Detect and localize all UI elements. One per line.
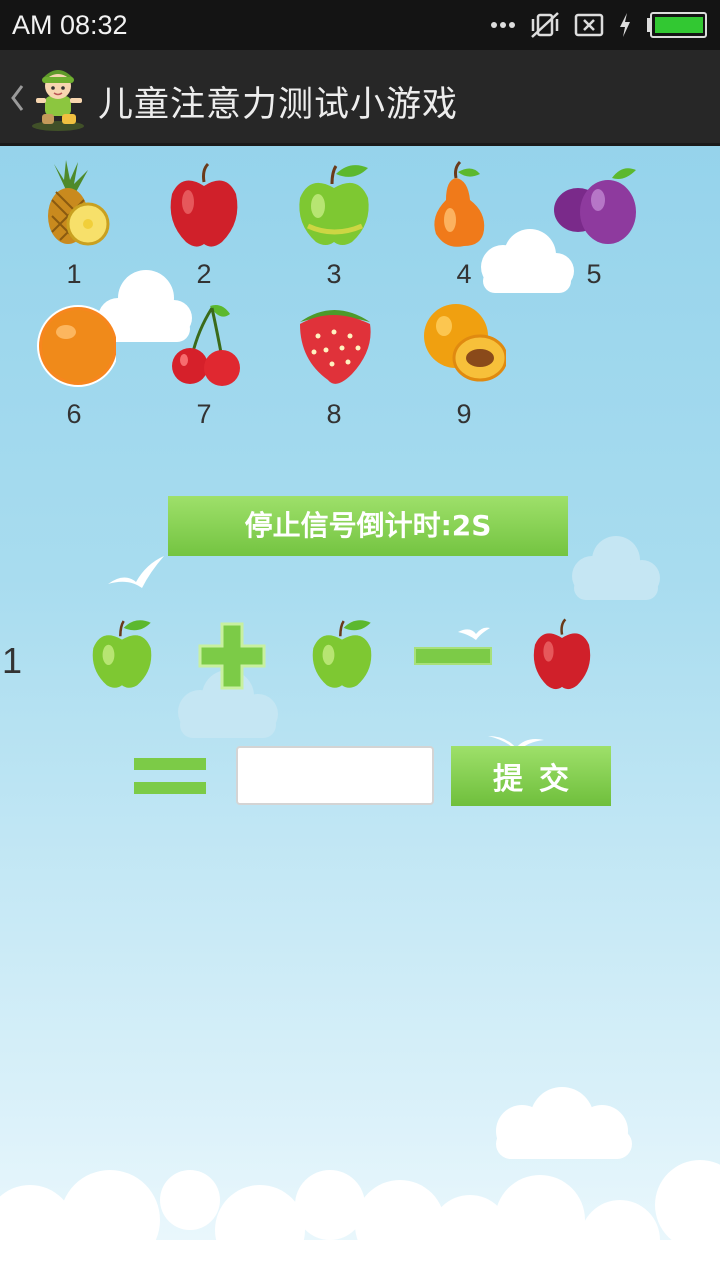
- minus-sign-icon: [414, 647, 492, 665]
- fruit-legend-item: 7: [154, 300, 254, 440]
- pear-icon: [434, 160, 485, 247]
- green-apple-icon: [92, 620, 152, 688]
- green-apple-icon: [299, 165, 369, 245]
- pineapple-icon: [48, 160, 110, 246]
- plum-icon: [554, 168, 636, 244]
- fruit-legend-item: 9: [414, 300, 514, 440]
- fruit-legend-item: 8: [284, 300, 384, 440]
- bird-decoration: [108, 556, 164, 588]
- app-bar: 儿童注意力测试小游戏: [0, 50, 720, 146]
- plus-sign-icon: [198, 622, 266, 690]
- fruit-legend-item: 3: [284, 160, 384, 300]
- equation-index: 1: [2, 640, 23, 681]
- no-sim-icon: [574, 13, 604, 37]
- fruit-number: 5: [586, 259, 602, 289]
- fruit-legend-item: 2: [154, 160, 254, 300]
- strawberry-icon: [300, 310, 371, 384]
- cherry-icon: [172, 305, 240, 386]
- fruit-legend-item: 6: [24, 300, 124, 440]
- green-apple-icon: [312, 620, 372, 688]
- fruit-number: 4: [456, 259, 472, 289]
- fruit-number: 1: [66, 259, 82, 289]
- boy-mascot-logo: [32, 70, 84, 131]
- fruit-number: 2: [196, 259, 212, 289]
- ground-clouds: [0, 1160, 720, 1280]
- fruit-number: 8: [326, 399, 342, 429]
- equals-sign-icon: [134, 758, 206, 794]
- battery-icon: [647, 12, 707, 38]
- fruit-number: 3: [326, 259, 342, 289]
- silent-vibrate-icon: [531, 12, 559, 38]
- back-chevron-icon[interactable]: [6, 78, 26, 118]
- answer-input[interactable]: [236, 746, 434, 805]
- fruit-number: 7: [196, 399, 212, 429]
- status-time: AM 08:32: [12, 10, 128, 40]
- fruit-legend-item: 5: [544, 160, 644, 300]
- charging-bolt-icon: [620, 13, 630, 37]
- fruit-number: 6: [66, 399, 82, 429]
- countdown-banner: 停止信号倒计时:2S: [168, 496, 568, 556]
- app-title: 儿童注意力测试小游戏: [98, 85, 459, 125]
- cloud-decoration: [496, 1087, 632, 1159]
- cloud-decoration: [572, 536, 660, 600]
- status-icons: [490, 10, 708, 40]
- peach-icon: [424, 304, 506, 382]
- red-apple-icon: [170, 162, 238, 247]
- status-bar: AM 08:32: [0, 0, 720, 50]
- orange-icon: [37, 305, 116, 387]
- more-dots-icon: [491, 22, 515, 28]
- fruit-number: 9: [456, 399, 472, 429]
- bird-decoration: [458, 627, 490, 640]
- fruit-legend-item: 1: [24, 160, 124, 300]
- submit-button[interactable]: 提交: [451, 746, 611, 806]
- fruit-legend-item: 4: [414, 160, 514, 300]
- red-apple-icon: [533, 618, 591, 690]
